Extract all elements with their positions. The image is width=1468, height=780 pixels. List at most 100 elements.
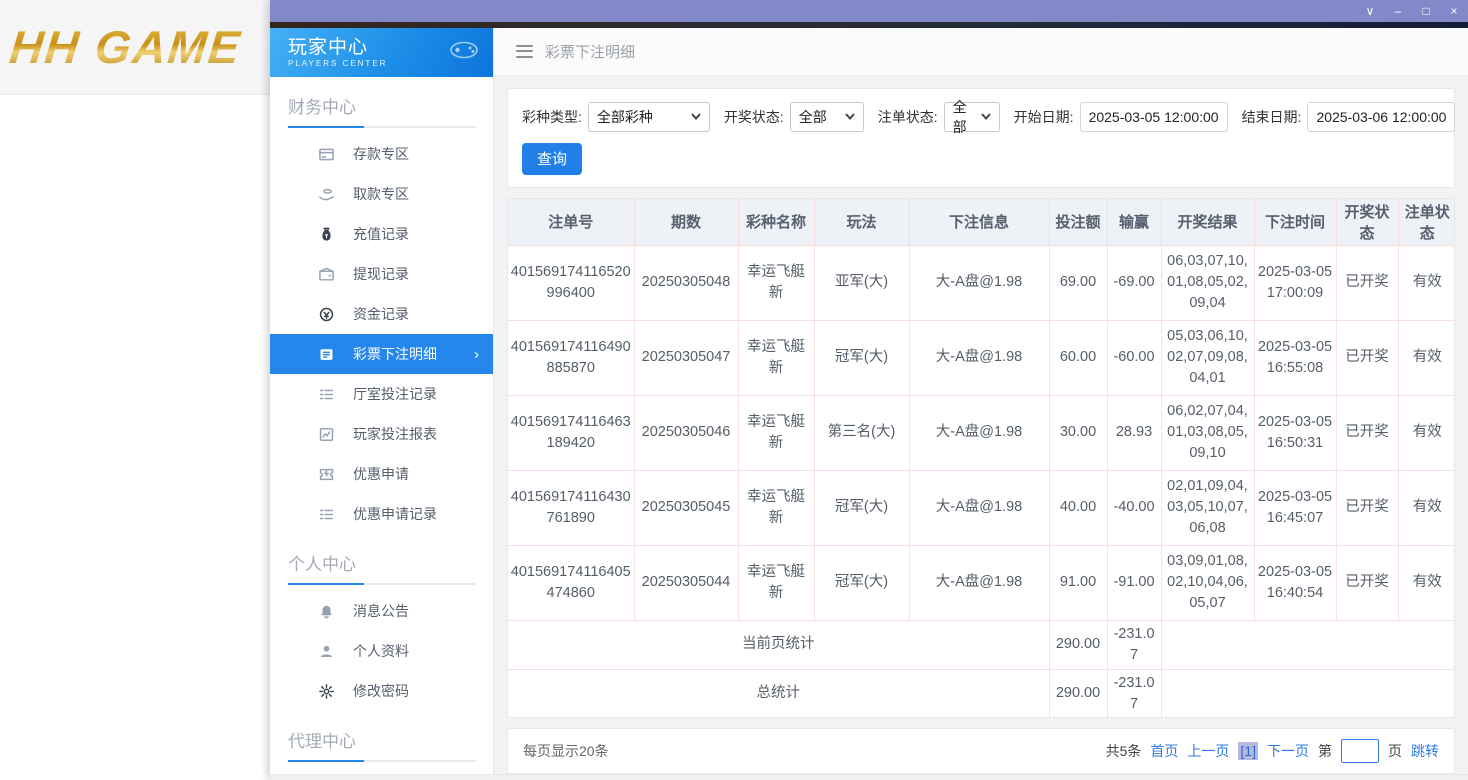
sidebar-item-fund-records[interactable]: 资金记录	[270, 294, 493, 334]
bet-status-label: 注单状态:	[878, 107, 938, 127]
bet-status-select[interactable]: 全部	[944, 102, 1000, 132]
maximize-icon[interactable]: □	[1412, 0, 1440, 22]
money-bag-icon	[318, 226, 335, 243]
cell-bet-id: 401569174116430761890	[508, 470, 634, 545]
sidebar-item-deposit[interactable]: 存款专区	[270, 134, 493, 174]
list-icon	[318, 346, 335, 363]
end-date-label: 结束日期:	[1242, 107, 1302, 127]
bell-icon	[318, 603, 335, 620]
sidebar-item-change-password[interactable]: 修改密码	[270, 671, 493, 711]
cell-result: 06,02,07,04,01,03,08,05,09,10	[1161, 395, 1254, 470]
pagination-bar: 每页显示20条 共5条 首页 上一页 [1] 下一页 第 页 跳转	[507, 728, 1455, 774]
jump-prefix: 第	[1318, 741, 1332, 761]
cell-amount: 91.00	[1049, 545, 1107, 620]
chevron-down-icon[interactable]: ∨	[1356, 0, 1384, 22]
col-play: 玩法	[814, 199, 909, 246]
cell-bet-id: 401569174116463189420	[508, 395, 634, 470]
sidebar-header: 玩家中心 PLAYERS CENTER	[270, 28, 493, 77]
draw-status-select[interactable]: 全部	[790, 102, 864, 132]
start-date-input[interactable]	[1080, 102, 1228, 132]
col-bet-status: 注单状态	[1398, 199, 1455, 246]
gamepad-icon	[449, 40, 479, 65]
query-button[interactable]: 查询	[522, 143, 582, 175]
col-lottery: 彩种名称	[738, 199, 814, 246]
sidebar-item-lottery-bet-details[interactable]: 彩票下注明细 ›	[270, 334, 493, 374]
lottery-type-select[interactable]: 全部彩种	[588, 102, 710, 132]
sidebar-item-withdraw[interactable]: 取款专区	[270, 174, 493, 214]
table-row: 401569174116463189420 20250305046 幸运飞艇新 …	[508, 395, 1455, 470]
sidebar-item-recharge-records[interactable]: 充值记录	[270, 214, 493, 254]
next-page-link[interactable]: 下一页	[1267, 741, 1309, 761]
sidebar-item-label: 消息公告	[353, 601, 409, 621]
jump-suffix: 页	[1388, 741, 1402, 761]
cell-bet-status: 有效	[1398, 470, 1455, 545]
menu-icon[interactable]	[516, 45, 533, 58]
cell-period: 20250305044	[634, 545, 738, 620]
sidebar-item-label: 优惠申请记录	[353, 504, 437, 524]
bet-status-value: 全部	[953, 97, 971, 137]
sidebar-item-label: 优惠申请	[353, 464, 409, 484]
cell-play: 冠军(大)	[814, 545, 909, 620]
page-size-text: 每页显示20条	[523, 741, 609, 761]
total-count-text: 共5条	[1106, 741, 1142, 761]
cell-lottery: 幸运飞艇新	[738, 245, 814, 320]
summary-row-current-page: 当前页统计 290.00 -231.07	[508, 620, 1455, 669]
lottery-type-value: 全部彩种	[597, 107, 653, 127]
cell-amount: 69.00	[1049, 245, 1107, 320]
cell-lottery: 幸运飞艇新	[738, 470, 814, 545]
summary-label: 总统计	[508, 669, 1049, 718]
cell-period: 20250305046	[634, 395, 738, 470]
sidebar: 玩家中心 PLAYERS CENTER 财务中心 存款专区 取款专区	[270, 28, 494, 774]
card-icon	[318, 146, 335, 163]
close-icon[interactable]: ×	[1440, 0, 1468, 22]
cell-play: 冠军(大)	[814, 470, 909, 545]
sidebar-item-label: 取款专区	[353, 184, 409, 204]
jump-page-input[interactable]	[1341, 739, 1379, 763]
sidebar-subtitle: PLAYERS CENTER	[288, 59, 387, 68]
cell-bet-status: 有效	[1398, 545, 1455, 620]
minimize-icon[interactable]: –	[1384, 0, 1412, 22]
sidebar-item-profile[interactable]: 个人资料	[270, 631, 493, 671]
start-date-label: 开始日期:	[1014, 107, 1074, 127]
sidebar-item-promo-apply[interactable]: 优惠申请	[270, 454, 493, 494]
cell-bet-status: 有效	[1398, 320, 1455, 395]
col-result: 开奖结果	[1161, 199, 1254, 246]
first-page-link[interactable]: 首页	[1150, 741, 1178, 761]
table-row: 401569174116490885870 20250305047 幸运飞艇新 …	[508, 320, 1455, 395]
cell-play: 冠军(大)	[814, 320, 909, 395]
sidebar-item-withdraw-records[interactable]: 提现记录	[270, 254, 493, 294]
cell-bet-info: 大-A盘@1.98	[909, 395, 1049, 470]
cell-period: 20250305047	[634, 320, 738, 395]
col-bet-id: 注单号	[508, 199, 634, 246]
cell-amount: 60.00	[1049, 320, 1107, 395]
summary-winloss: -231.07	[1107, 620, 1161, 669]
cell-winloss: -60.00	[1107, 320, 1161, 395]
cell-bet-info: 大-A盘@1.98	[909, 470, 1049, 545]
section-title-personal: 个人中心	[270, 534, 493, 583]
sidebar-item-player-bet-report[interactable]: 玩家投注报表	[270, 414, 493, 454]
cell-winloss: -69.00	[1107, 245, 1161, 320]
logo-band: HH GAME	[0, 0, 270, 95]
sidebar-item-promo-apply-records[interactable]: 优惠申请记录	[270, 494, 493, 534]
cell-draw-status: 已开奖	[1336, 470, 1398, 545]
cell-bet-id: 401569174116405474860	[508, 545, 634, 620]
hand-coin-icon	[318, 186, 335, 203]
sidebar-item-label: 提现记录	[353, 264, 409, 284]
draw-status-value: 全部	[799, 107, 827, 127]
sidebar-item-hall-bet-records[interactable]: 厅室投注记录	[270, 374, 493, 414]
prev-page-link[interactable]: 上一页	[1187, 741, 1229, 761]
sidebar-item-label: 个人资料	[353, 641, 409, 661]
jump-button[interactable]: 跳转	[1411, 741, 1439, 761]
sidebar-item-announcements[interactable]: 消息公告	[270, 591, 493, 631]
cell-result: 06,03,07,10,01,08,05,02,09,04	[1161, 245, 1254, 320]
sidebar-item-label: 充值记录	[353, 224, 409, 244]
cell-amount: 30.00	[1049, 395, 1107, 470]
cell-bet-status: 有效	[1398, 245, 1455, 320]
wallet-icon	[318, 266, 335, 283]
summary-row-total: 总统计 290.00 -231.07	[508, 669, 1455, 718]
ticket-icon	[318, 466, 335, 483]
cell-period: 20250305048	[634, 245, 738, 320]
sidebar-item-label: 厅室投注记录	[353, 384, 437, 404]
end-date-input[interactable]	[1307, 102, 1455, 132]
chevron-down-icon	[981, 113, 991, 120]
